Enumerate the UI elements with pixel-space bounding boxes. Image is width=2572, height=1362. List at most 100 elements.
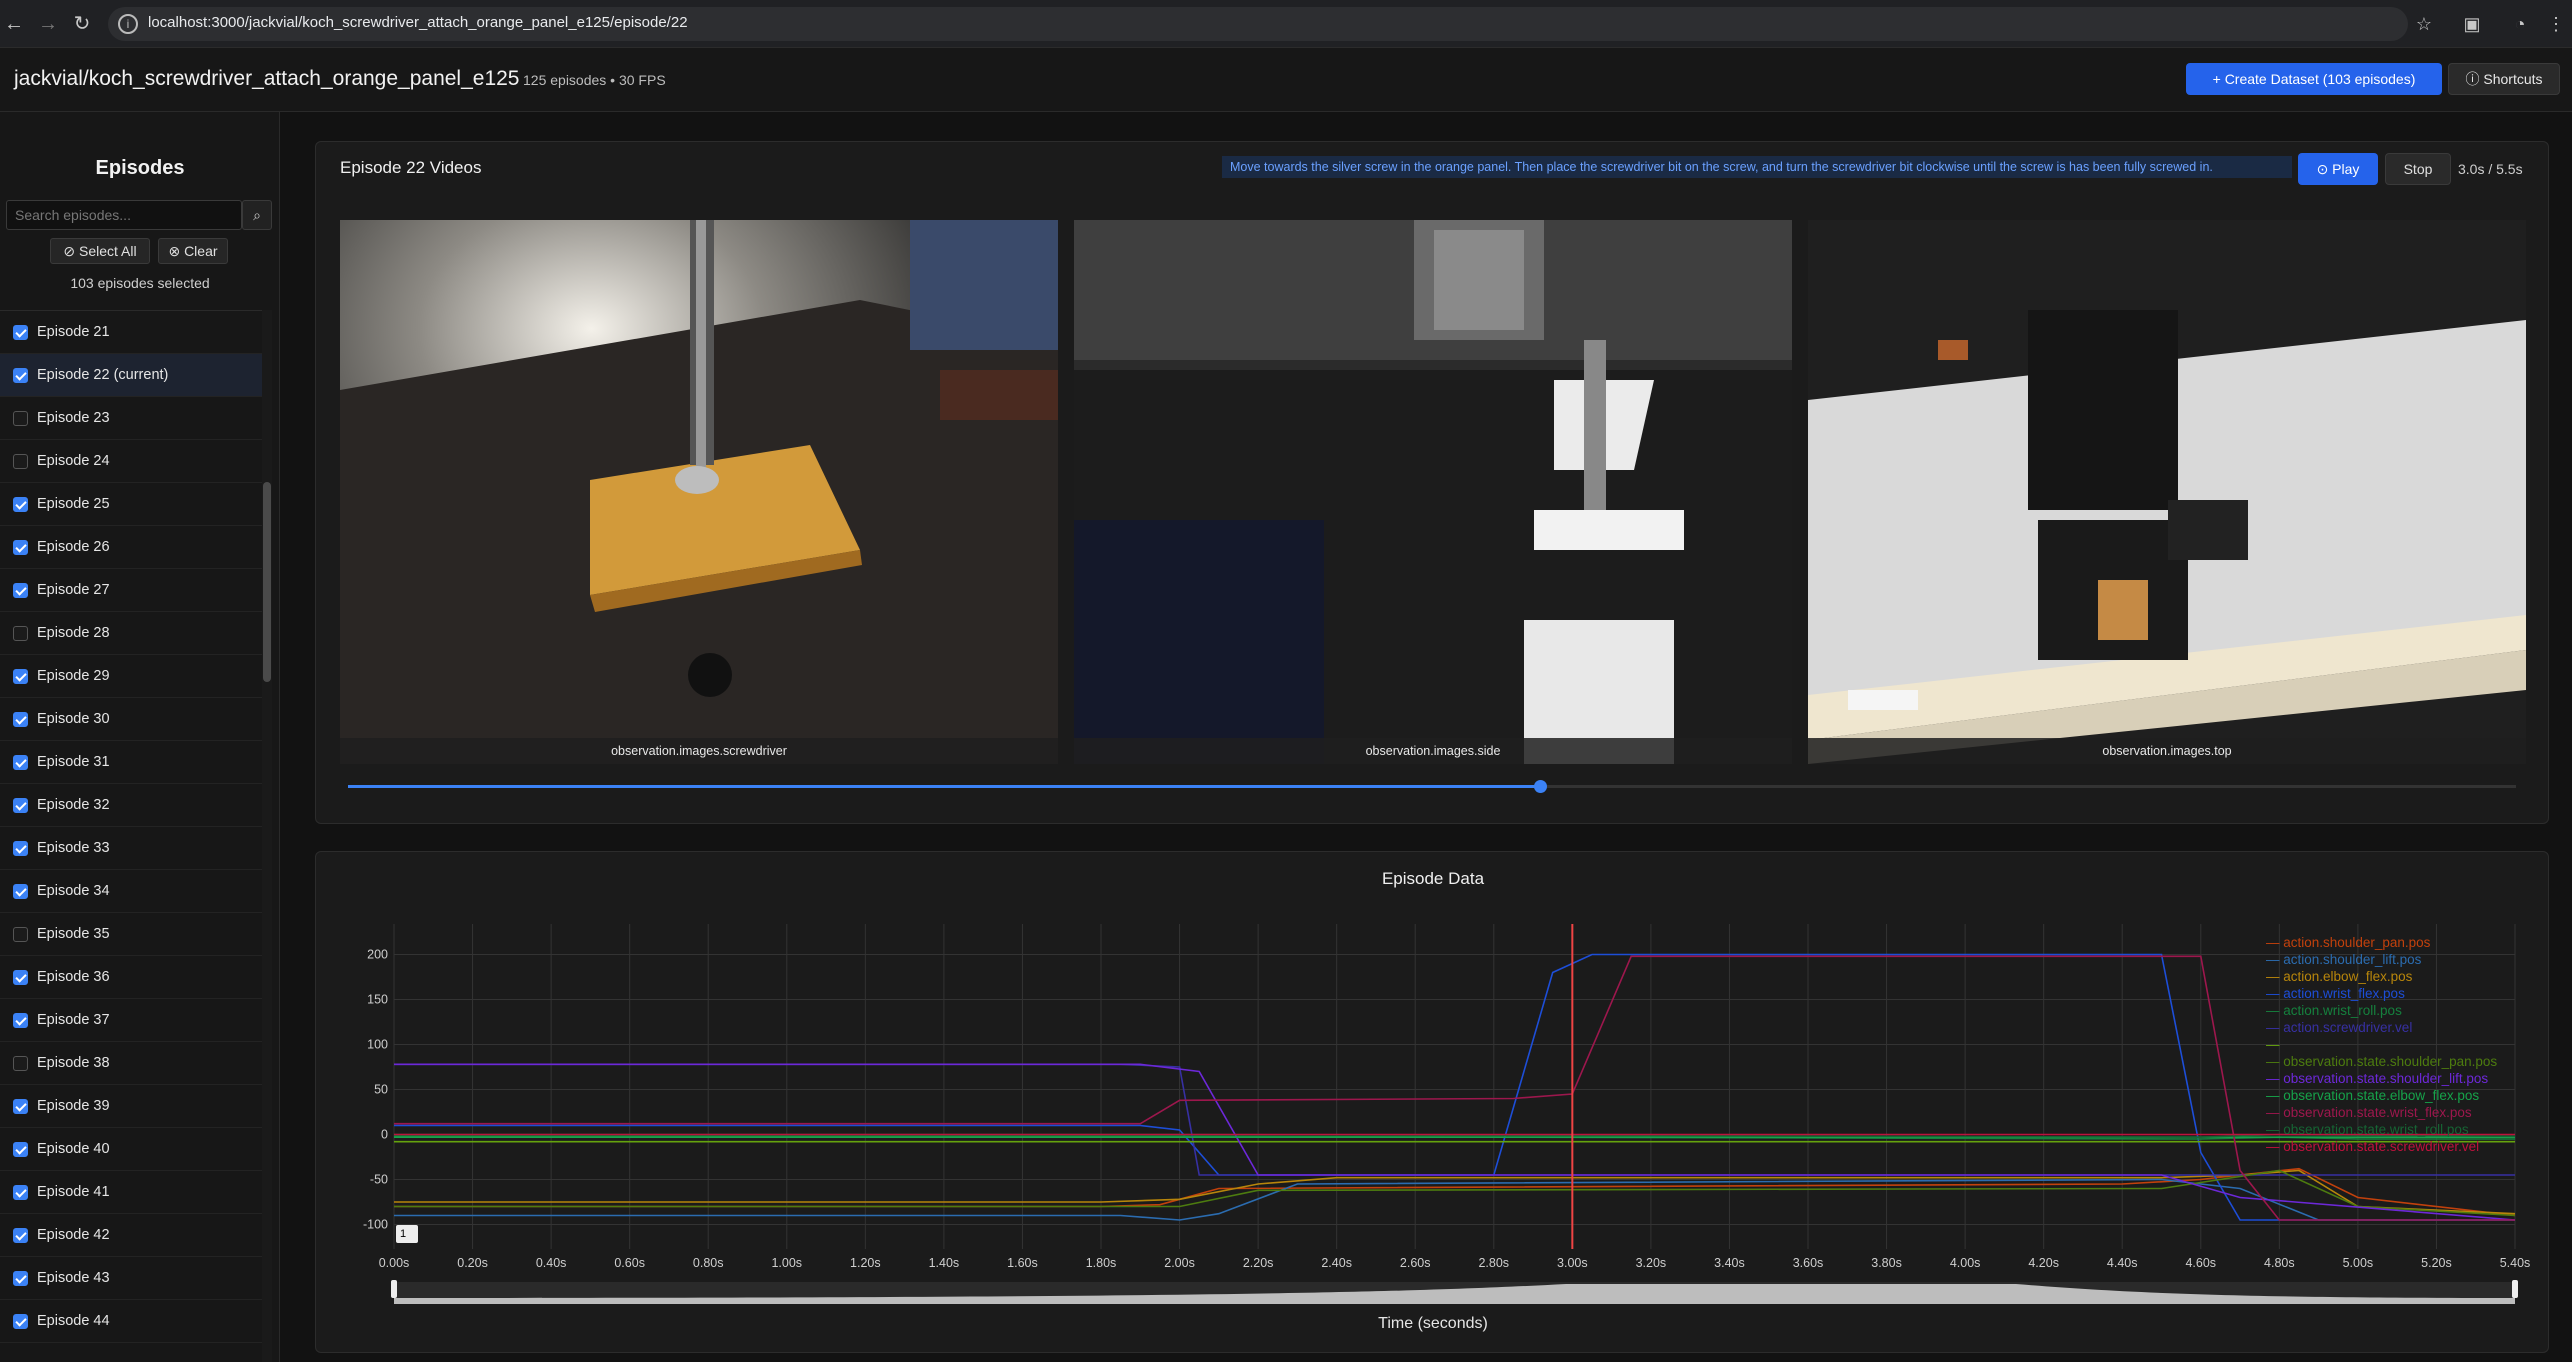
x-tick-label: 0.80s <box>693 1256 724 1270</box>
range-slider-left-handle[interactable] <box>391 1280 397 1298</box>
url-text[interactable]: localhost:3000/jackvial/koch_screwdriver… <box>148 14 688 31</box>
menu-icon[interactable]: ⋮ <box>2544 12 2568 36</box>
legend-item[interactable]: — action.screwdriver.vel <box>2266 1020 2412 1035</box>
back-icon[interactable]: ← <box>2 12 26 36</box>
app-header: jackvial/koch_screwdriver_attach_orange_… <box>0 48 2572 112</box>
forward-icon[interactable]: → <box>36 12 60 36</box>
episode-item[interactable]: Episode 30 <box>0 698 262 741</box>
episode-item[interactable]: Episode 39 <box>0 1085 262 1128</box>
episode-item[interactable]: Episode 21 <box>0 311 262 354</box>
create-dataset-button[interactable]: + Create Dataset (103 episodes) <box>2186 63 2442 95</box>
stop-button[interactable]: Stop <box>2385 153 2451 185</box>
x-tick-label: 1.80s <box>1086 1256 1117 1270</box>
episode-item[interactable]: Episode 29 <box>0 655 262 698</box>
task-description: Move towards the silver screw in the ora… <box>1222 156 2292 178</box>
legend-item[interactable]: — action.elbow_flex.pos <box>2266 969 2412 984</box>
scrollbar-thumb[interactable] <box>263 482 271 682</box>
legend-item[interactable]: — observation.state.screwdriver.vel <box>2266 1139 2479 1154</box>
episode-item[interactable]: Episode 24 <box>0 440 262 483</box>
episode-item[interactable]: Episode 38 <box>0 1042 262 1085</box>
legend-item[interactable]: — action.wrist_roll.pos <box>2266 1003 2402 1018</box>
episode-label: Episode 24 <box>37 453 110 469</box>
episode-checkbox[interactable] <box>13 1314 28 1329</box>
episode-item[interactable]: Episode 27 <box>0 569 262 612</box>
x-tick-label: 0.60s <box>614 1256 645 1270</box>
legend-item[interactable]: — observation.state.elbow_flex.pos <box>2266 1088 2479 1103</box>
episode-item[interactable]: Episode 31 <box>0 741 262 784</box>
legend-item[interactable]: — observation.state.wrist_flex.pos <box>2266 1105 2472 1120</box>
episode-checkbox[interactable] <box>13 626 28 641</box>
episode-checkbox[interactable] <box>13 1185 28 1200</box>
episode-item[interactable]: Episode 28 <box>0 612 262 655</box>
episode-checkbox[interactable] <box>13 712 28 727</box>
sidebar-title: Episodes <box>95 157 185 179</box>
video-panel-title: Episode 22 Videos <box>340 158 482 177</box>
episode-item[interactable]: Episode 43 <box>0 1257 262 1300</box>
episode-item[interactable]: Episode 44 <box>0 1300 262 1343</box>
episode-checkbox[interactable] <box>13 1142 28 1157</box>
episode-item[interactable]: Episode 26 <box>0 526 262 569</box>
site-info-icon[interactable]: i <box>118 14 138 34</box>
seek-handle[interactable] <box>1534 780 1548 793</box>
episode-item[interactable]: Episode 37 <box>0 999 262 1042</box>
legend-item[interactable]: — action.shoulder_pan.pos <box>2266 935 2430 950</box>
episode-item[interactable]: Episode 23 <box>0 397 262 440</box>
episode-item[interactable]: Episode 25 <box>0 483 262 526</box>
episode-item[interactable]: Episode 34 <box>0 870 262 913</box>
legend-item[interactable]: — observation.state.wrist_roll.pos <box>2266 1122 2469 1137</box>
episode-checkbox[interactable] <box>13 368 28 383</box>
episode-item[interactable]: Episode 32 <box>0 784 262 827</box>
address-bar[interactable]: i localhost:3000/jackvial/koch_screwdriv… <box>108 7 2408 41</box>
episode-checkbox[interactable] <box>13 669 28 684</box>
video-side[interactable]: observation.images.side <box>1074 220 1792 764</box>
range-slider-right-handle[interactable] <box>2512 1280 2518 1298</box>
video-panel: Episode 22 Videos Move towards the silve… <box>315 141 2549 824</box>
episode-label: Episode 42 <box>37 1227 110 1243</box>
video-top[interactable]: observation.images.top <box>1808 220 2526 764</box>
episode-item[interactable]: Episode 41 <box>0 1171 262 1214</box>
episode-checkbox[interactable] <box>13 1099 28 1114</box>
episode-item[interactable]: Episode 33 <box>0 827 262 870</box>
episode-checkbox[interactable] <box>13 454 28 469</box>
search-button[interactable]: ⌕ <box>242 200 272 230</box>
extension-icon[interactable]: ▣ <box>2460 12 2484 36</box>
episode-checkbox[interactable] <box>13 798 28 813</box>
bookmark-star-icon[interactable]: ☆ <box>2412 12 2436 36</box>
legend-item[interactable]: — observation.state.shoulder_lift.pos <box>2266 1071 2488 1086</box>
play-button[interactable]: ⊙ Play <box>2298 153 2378 185</box>
shortcuts-button[interactable]: ⓘ Shortcuts <box>2448 63 2560 95</box>
episode-checkbox[interactable] <box>13 583 28 598</box>
episode-checkbox[interactable] <box>13 927 28 942</box>
legend-item[interactable]: — observation.state.shoulder_pan.pos <box>2266 1054 2497 1069</box>
reload-icon[interactable]: ↻ <box>70 12 94 36</box>
episode-checkbox[interactable] <box>13 755 28 770</box>
episode-item[interactable]: Episode 36 <box>0 956 262 999</box>
legend-item[interactable]: — action.wrist_flex.pos <box>2266 986 2405 1001</box>
episode-checkbox[interactable] <box>13 497 28 512</box>
episode-checkbox[interactable] <box>13 841 28 856</box>
profile-icon[interactable]: ◔ <box>2508 12 2532 36</box>
select-all-button[interactable]: ⊘ Select All <box>50 238 150 264</box>
video-screwdriver[interactable]: observation.images.screwdriver <box>340 220 1058 764</box>
episode-checkbox[interactable] <box>13 1013 28 1028</box>
episode-checkbox[interactable] <box>13 540 28 555</box>
episode-checkbox[interactable] <box>13 1228 28 1243</box>
episode-item[interactable]: Episode 22 (current) <box>0 354 262 397</box>
episode-checkbox[interactable] <box>13 1271 28 1286</box>
episode-checkbox[interactable] <box>13 411 28 426</box>
episode-list-scrollbar[interactable] <box>262 310 272 1362</box>
episode-checkbox[interactable] <box>13 970 28 985</box>
episode-checkbox[interactable] <box>13 884 28 899</box>
episode-item[interactable]: Episode 35 <box>0 913 262 956</box>
episode-data-chart[interactable]: 0.00s 0.20s 0.40s 0.60s 0.80s 1.00s 1.20s 1.40s… <box>316 852 2550 1354</box>
search-input[interactable] <box>6 200 242 230</box>
episode-checkbox[interactable] <box>13 1056 28 1071</box>
legend-item[interactable]: — action.shoulder_lift.pos <box>2266 952 2421 967</box>
legend-item[interactable]: — <box>2266 1037 2280 1052</box>
episode-checkbox[interactable] <box>13 325 28 340</box>
video-label: observation.images.screwdriver <box>340 738 1058 764</box>
clear-button[interactable]: ⊗ Clear <box>158 238 228 264</box>
x-tick-label: 4.80s <box>2264 1256 2295 1270</box>
episode-item[interactable]: Episode 40 <box>0 1128 262 1171</box>
episode-item[interactable]: Episode 42 <box>0 1214 262 1257</box>
